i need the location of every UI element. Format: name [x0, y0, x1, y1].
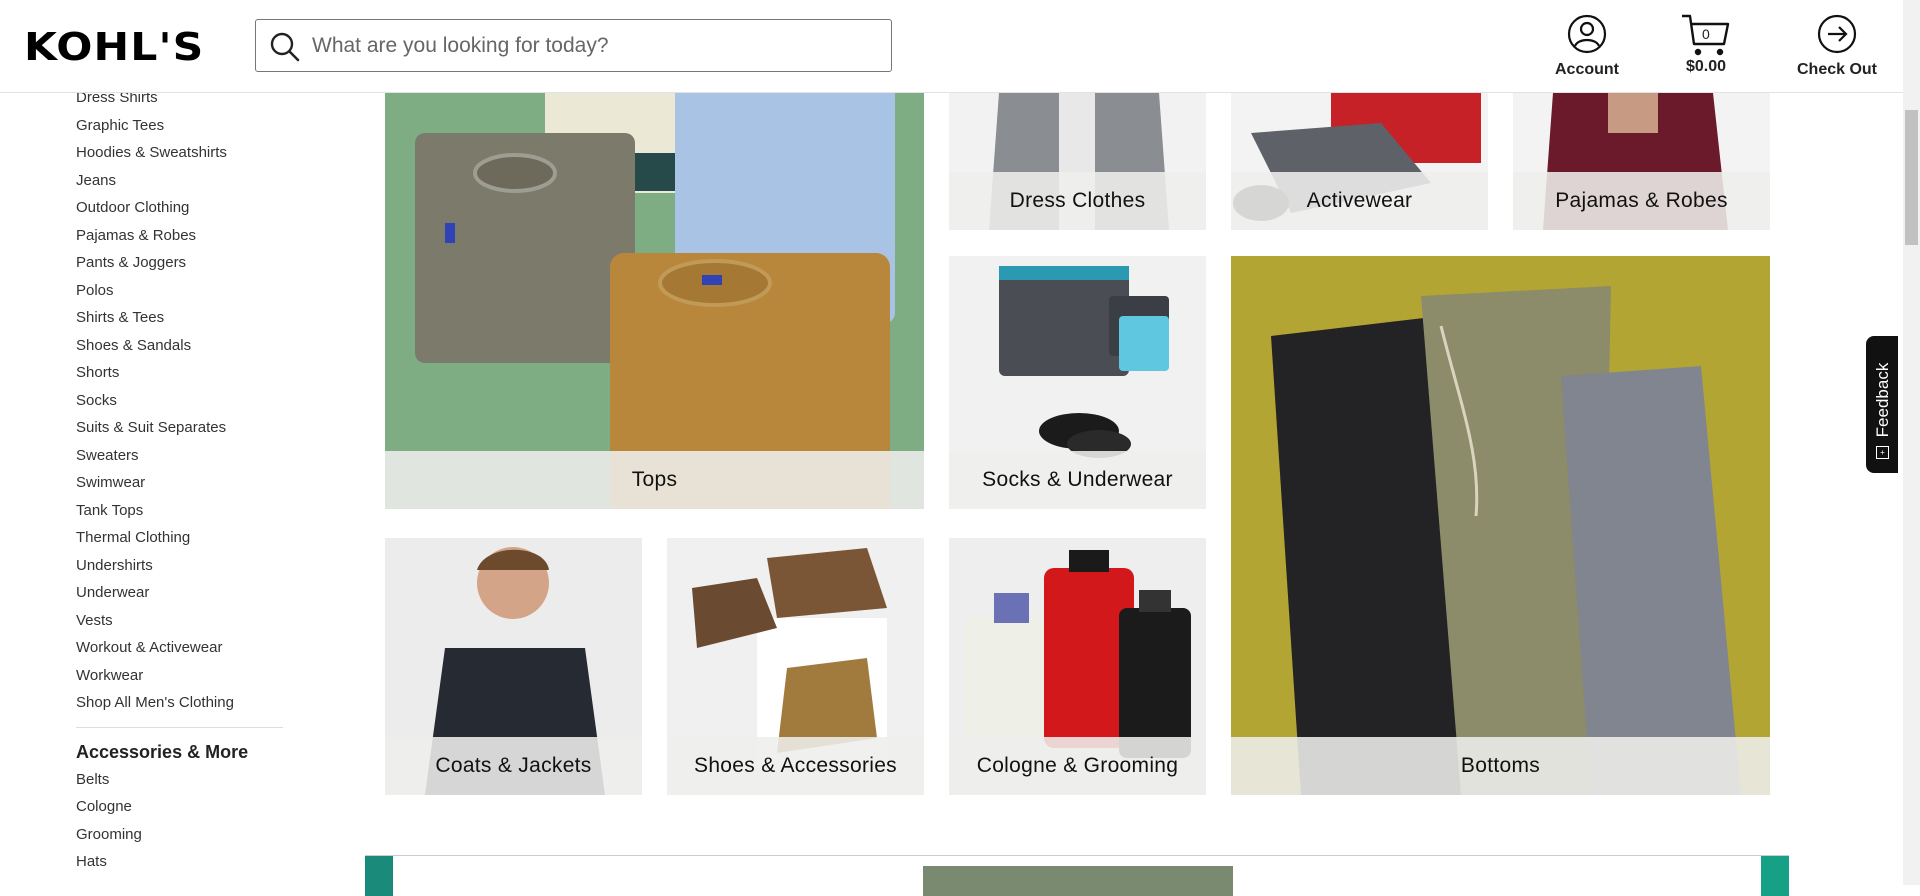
tile-label: Coats & Jackets — [385, 737, 642, 795]
checkout-label: Check Out — [1796, 61, 1877, 78]
tile-label: Activewear — [1231, 172, 1488, 230]
search-input[interactable] — [310, 30, 874, 62]
sidebar-item-belts[interactable]: Belts — [76, 770, 286, 798]
site-header: KOHL'S Account 0 $0.00 — [0, 0, 1903, 93]
arrow-right-circle-icon — [1817, 14, 1857, 54]
feedback-tab[interactable]: Feedback + — [1866, 336, 1898, 473]
sidebar-item-swimwear[interactable]: Swimwear — [76, 473, 286, 501]
tile-dress-clothes[interactable]: Dress Clothes — [949, 93, 1206, 230]
sidebar-item-cologne[interactable]: Cologne — [76, 797, 286, 825]
kohls-logo[interactable]: KOHL'S — [24, 28, 204, 66]
sidebar-item-sweaters[interactable]: Sweaters — [76, 446, 286, 474]
sidebar-item-pants[interactable]: Pants & Joggers — [76, 253, 286, 281]
tile-activewear[interactable]: Activewear — [1231, 93, 1488, 230]
search-icon[interactable] — [269, 31, 301, 63]
tile-label: Cologne & Grooming — [949, 737, 1206, 795]
sidebar-item-shirts-tees[interactable]: Shirts & Tees — [76, 308, 286, 336]
sidebar-item-underwear[interactable]: Underwear — [76, 583, 286, 611]
cart-button[interactable]: 0 $0.00 — [1676, 12, 1736, 76]
sidebar-item-socks[interactable]: Socks — [76, 391, 286, 419]
sidebar-item-pajamas[interactable]: Pajamas & Robes — [76, 226, 286, 254]
sidebar-item-undershirts[interactable]: Undershirts — [76, 556, 286, 584]
tile-pajamas-robes[interactable]: Pajamas & Robes — [1513, 93, 1770, 230]
tile-label: Socks & Underwear — [949, 451, 1206, 509]
account-icon — [1567, 14, 1607, 54]
sidebar-heading-accessories[interactable]: Accessories & More — [76, 740, 286, 770]
sidebar-item-workout[interactable]: Workout & Activewear — [76, 638, 286, 666]
feedback-icon: + — [1876, 446, 1889, 459]
category-sidebar: Dress Shirts Graphic Tees Hoodies & Swea… — [76, 88, 286, 880]
tile-socks-underwear[interactable]: Socks & Underwear — [949, 256, 1206, 509]
tile-label: Dress Clothes — [949, 172, 1206, 230]
checkout-button[interactable]: Check Out — [1790, 14, 1884, 79]
sidebar-item-thermal[interactable]: Thermal Clothing — [76, 528, 286, 556]
tile-bottoms[interactable]: Bottoms — [1231, 256, 1770, 795]
cart-total: $0.00 — [1685, 58, 1727, 75]
sidebar-item-suits[interactable]: Suits & Suit Separates — [76, 418, 286, 446]
sidebar-item-shoes-sandals[interactable]: Shoes & Sandals — [76, 336, 286, 364]
tile-label: Shoes & Accessories — [667, 737, 924, 795]
sidebar-item-hoodies[interactable]: Hoodies & Sweatshirts — [76, 143, 286, 171]
page-scrollbar[interactable] — [1903, 0, 1920, 885]
sidebar-item-jeans[interactable]: Jeans — [76, 171, 286, 199]
tile-label: Bottoms — [1231, 737, 1770, 795]
sidebar-item-outdoor[interactable]: Outdoor Clothing — [76, 198, 286, 226]
tile-label: Tops — [385, 451, 924, 509]
sidebar-item-vests[interactable]: Vests — [76, 611, 286, 639]
search-box[interactable] — [255, 19, 892, 72]
sidebar-divider — [76, 726, 283, 728]
sidebar-item-tank-tops[interactable]: Tank Tops — [76, 501, 286, 529]
tile-tops[interactable]: Tops — [385, 93, 924, 509]
sidebar-item-grooming[interactable]: Grooming — [76, 825, 286, 853]
sidebar-item-graphic-tees[interactable]: Graphic Tees — [76, 116, 286, 144]
tile-cologne-grooming[interactable]: Cologne & Grooming — [949, 538, 1206, 795]
banner-image — [923, 866, 1233, 896]
sidebar-item-shorts[interactable]: Shorts — [76, 363, 286, 391]
account-button[interactable]: Account — [1550, 14, 1624, 79]
tops-image — [385, 93, 924, 509]
tile-label: Pajamas & Robes — [1513, 172, 1770, 230]
bottoms-image — [1231, 256, 1770, 795]
sidebar-item-hats[interactable]: Hats — [76, 852, 286, 880]
banner-right-accent — [1761, 856, 1789, 896]
tile-shoes-accessories[interactable]: Shoes & Accessories — [667, 538, 924, 795]
scrollbar-thumb[interactable] — [1905, 110, 1918, 245]
promo-banner[interactable] — [365, 855, 1789, 896]
banner-left-accent — [365, 856, 393, 896]
sidebar-item-workwear[interactable]: Workwear — [76, 666, 286, 694]
feedback-label: Feedback — [1873, 362, 1892, 438]
sidebar-item-shop-all-mens[interactable]: Shop All Men's Clothing — [76, 693, 286, 721]
sidebar-item-polos[interactable]: Polos — [76, 281, 286, 309]
cart-count: 0 — [1702, 26, 1710, 42]
account-label: Account — [1555, 61, 1619, 78]
tile-coats-jackets[interactable]: Coats & Jackets — [385, 538, 642, 795]
